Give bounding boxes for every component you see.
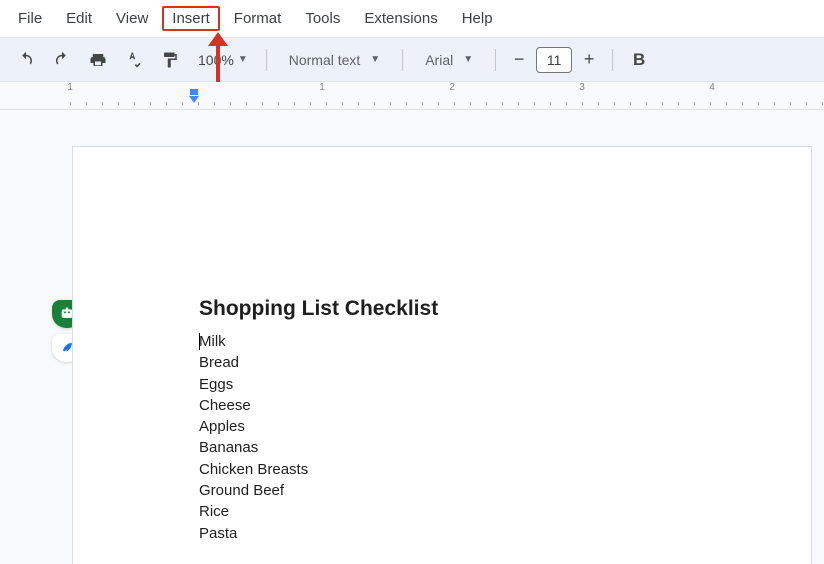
ruler-label: 2 (449, 82, 455, 93)
font-size-input[interactable]: 11 (536, 47, 572, 73)
menu-insert[interactable]: Insert (162, 6, 220, 31)
style-label: Normal text (289, 52, 361, 68)
print-button[interactable] (84, 46, 112, 74)
document-page[interactable]: Shopping List Checklist MilkBreadEggsChe… (72, 146, 812, 564)
separator (495, 49, 496, 71)
menu-help[interactable]: Help (452, 6, 503, 31)
list-item[interactable]: Bread (199, 352, 751, 373)
font-size-group: − 11 + (508, 47, 600, 73)
separator (402, 49, 403, 71)
undo-button[interactable] (12, 46, 40, 74)
workspace: Shopping List Checklist MilkBreadEggsChe… (0, 110, 824, 564)
font-size-decrease[interactable]: − (508, 47, 530, 73)
paint-format-button[interactable] (156, 46, 184, 74)
menubar: File Edit View Insert Format Tools Exten… (0, 0, 824, 38)
list-item[interactable]: Cheese (199, 395, 751, 416)
menu-tools[interactable]: Tools (295, 6, 350, 31)
redo-button[interactable] (48, 46, 76, 74)
menu-view[interactable]: View (106, 6, 158, 31)
toolbar: 100% ▼ Normal text ▼ Arial ▼ − 11 + B (0, 38, 824, 82)
ruler-label: 1 (319, 82, 325, 93)
menu-format[interactable]: Format (224, 6, 292, 31)
menu-file[interactable]: File (8, 6, 52, 31)
spellcheck-button[interactable] (120, 46, 148, 74)
separator (612, 49, 613, 71)
zoom-select[interactable]: 100% ▼ (192, 52, 254, 68)
list-item[interactable]: Milk (199, 331, 751, 352)
list-item[interactable]: Eggs (199, 374, 751, 395)
ruler-label: 3 (579, 82, 585, 93)
list-item[interactable]: Pasta (199, 523, 751, 544)
menu-extensions[interactable]: Extensions (354, 6, 447, 31)
zoom-value: 100% (198, 52, 234, 68)
font-family-select[interactable]: Arial ▼ (415, 52, 483, 68)
font-label: Arial (425, 52, 453, 68)
ruler-label: 4 (709, 82, 715, 93)
first-line-indent-marker[interactable] (190, 89, 198, 95)
ruler[interactable]: 1 1 2 3 4 (0, 82, 824, 110)
document-title[interactable]: Shopping List Checklist (199, 297, 751, 321)
font-size-increase[interactable]: + (578, 47, 600, 73)
list-item[interactable]: Bananas (199, 437, 751, 458)
menu-edit[interactable]: Edit (56, 6, 102, 31)
chevron-down-icon: ▼ (238, 54, 248, 65)
chevron-down-icon: ▼ (463, 54, 473, 65)
separator (266, 49, 267, 71)
paragraph-style-select[interactable]: Normal text ▼ (279, 52, 390, 68)
list-item[interactable]: Ground Beef (199, 480, 751, 501)
ruler-label: 1 (67, 82, 73, 93)
left-indent-marker[interactable] (189, 96, 199, 103)
list-item[interactable]: Apples (199, 416, 751, 437)
document-list[interactable]: MilkBreadEggsCheeseApplesBananasChicken … (199, 331, 751, 544)
list-item[interactable]: Chicken Breasts (199, 459, 751, 480)
bold-button[interactable]: B (625, 50, 653, 70)
chevron-down-icon: ▼ (370, 54, 380, 65)
list-item[interactable]: Rice (199, 501, 751, 522)
